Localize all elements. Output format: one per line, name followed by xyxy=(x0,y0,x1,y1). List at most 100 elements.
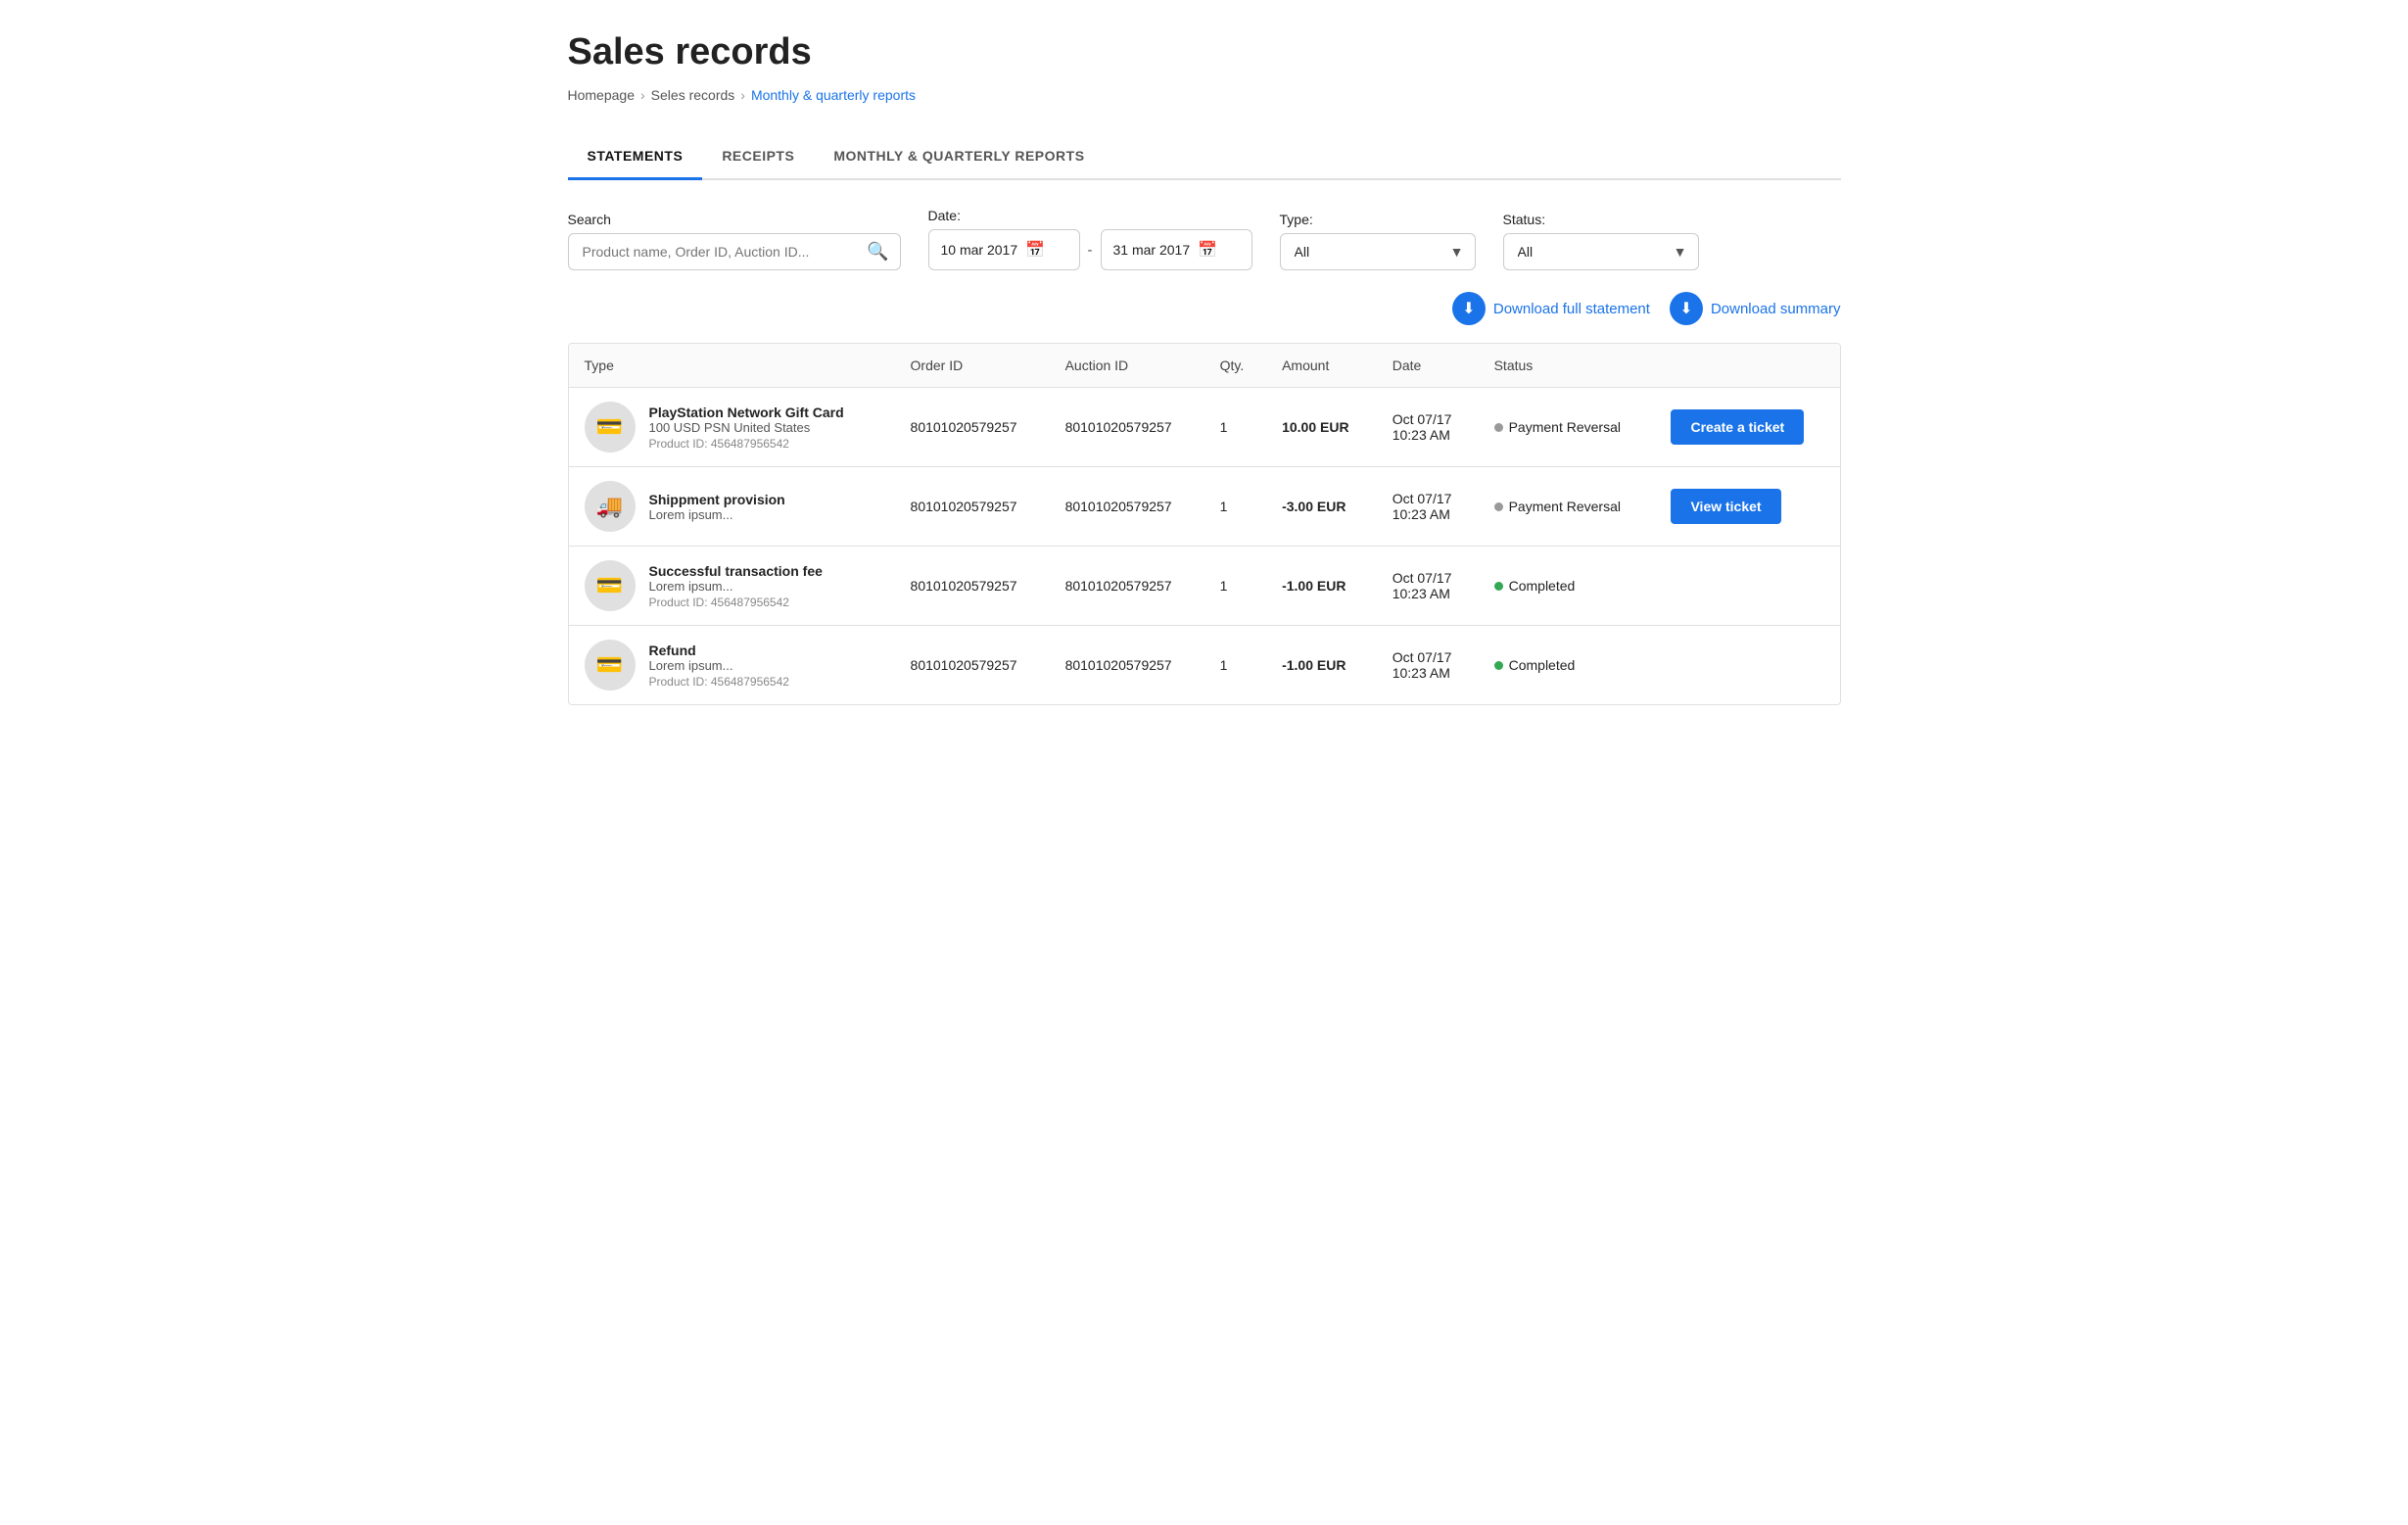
date-from[interactable]: 10 mar 2017 📅 xyxy=(928,229,1080,270)
auction-id-cell-0: 80101020579257 xyxy=(1050,388,1204,467)
records-table: Type Order ID Auction ID Qty. Amount Dat… xyxy=(569,344,1840,704)
type-cell-0: 💳 PlayStation Network Gift Card 100 USD … xyxy=(569,388,895,467)
col-date: Date xyxy=(1377,344,1479,388)
action-cell-2 xyxy=(1655,547,1839,626)
product-name: Shippment provision xyxy=(649,492,785,507)
download-full-statement-button[interactable]: ⬇ Download full statement xyxy=(1452,292,1650,325)
action-cell-3 xyxy=(1655,626,1839,705)
table-row: 🚚 Shippment provision Lorem ipsum... 801… xyxy=(569,467,1840,547)
action-button-0[interactable]: Create a ticket xyxy=(1671,409,1804,445)
search-icon: 🔍 xyxy=(867,242,888,262)
download-full-label: Download full statement xyxy=(1493,301,1650,317)
product-id: Product ID: 456487956542 xyxy=(649,596,823,609)
auction-id-cell-1: 80101020579257 xyxy=(1050,467,1204,547)
product-icon: 💳 xyxy=(585,560,636,611)
col-auction-id: Auction ID xyxy=(1050,344,1204,388)
product-id: Product ID: 456487956542 xyxy=(649,437,844,451)
action-button-1[interactable]: View ticket xyxy=(1671,489,1780,524)
tab-statements[interactable]: STATEMENTS xyxy=(568,134,703,180)
col-qty: Qty. xyxy=(1204,344,1266,388)
date-cell-3: Oct 07/1710:23 AM xyxy=(1377,626,1479,705)
date-to[interactable]: 31 mar 2017 📅 xyxy=(1101,229,1252,270)
date-separator: - xyxy=(1088,242,1093,259)
download-summary-label: Download summary xyxy=(1711,301,1841,317)
type-select[interactable]: All Payment Refund Fee xyxy=(1280,233,1476,270)
product-name: PlayStation Network Gift Card xyxy=(649,405,844,420)
status-dot xyxy=(1494,661,1503,670)
col-order-id: Order ID xyxy=(895,344,1050,388)
qty-cell-0: 1 xyxy=(1204,388,1266,467)
type-select-wrapper: All Payment Refund Fee ▼ xyxy=(1280,233,1476,270)
amount-cell-2: -1.00 EUR xyxy=(1266,547,1377,626)
status-select[interactable]: All Completed Payment Reversal xyxy=(1503,233,1699,270)
status-label: Status: xyxy=(1503,212,1699,227)
product-id: Product ID: 456487956542 xyxy=(649,675,789,689)
product-name: Successful transaction fee xyxy=(649,563,823,579)
breadcrumb: Homepage › Seles records › Monthly & qua… xyxy=(568,87,1841,103)
table-wrapper: Type Order ID Auction ID Qty. Amount Dat… xyxy=(568,343,1841,705)
download-summary-icon: ⬇ xyxy=(1670,292,1703,325)
table-row: 💳 Successful transaction fee Lorem ipsum… xyxy=(569,547,1840,626)
tab-monthly-quarterly[interactable]: MONTHLY & QUARTERLY REPORTS xyxy=(814,134,1104,180)
status-dot xyxy=(1494,582,1503,591)
status-group: Status: All Completed Payment Reversal ▼ xyxy=(1503,212,1699,270)
date-cell-2: Oct 07/1710:23 AM xyxy=(1377,547,1479,626)
amount-cell-3: -1.00 EUR xyxy=(1266,626,1377,705)
date-group: Date: 10 mar 2017 📅 - 31 mar 2017 📅 xyxy=(928,208,1252,270)
order-id-cell-3: 80101020579257 xyxy=(895,626,1050,705)
amount-value: -1.00 EUR xyxy=(1282,578,1346,594)
date-range: 10 mar 2017 📅 - 31 mar 2017 📅 xyxy=(928,229,1252,270)
product-name: Refund xyxy=(649,643,789,658)
qty-cell-1: 1 xyxy=(1204,467,1266,547)
download-summary-button[interactable]: ⬇ Download summary xyxy=(1670,292,1841,325)
status-label: Completed xyxy=(1509,578,1576,594)
breadcrumb-sales-records[interactable]: Seles records xyxy=(651,87,735,103)
date-cell-1: Oct 07/1710:23 AM xyxy=(1377,467,1479,547)
tabs-bar: STATEMENTS RECEIPTS MONTHLY & QUARTERLY … xyxy=(568,134,1841,180)
qty-cell-3: 1 xyxy=(1204,626,1266,705)
status-cell-2: Completed xyxy=(1479,547,1656,626)
status-select-wrapper: All Completed Payment Reversal ▼ xyxy=(1503,233,1699,270)
product-sub: Lorem ipsum... xyxy=(649,658,789,673)
order-id-cell-0: 80101020579257 xyxy=(895,388,1050,467)
date-from-value: 10 mar 2017 xyxy=(941,242,1018,258)
date-to-value: 31 mar 2017 xyxy=(1113,242,1191,258)
table-row: 💳 PlayStation Network Gift Card 100 USD … xyxy=(569,388,1840,467)
amount-value: 10.00 EUR xyxy=(1282,419,1348,435)
calendar-to-icon: 📅 xyxy=(1198,240,1217,260)
date-cell-0: Oct 07/1710:23 AM xyxy=(1377,388,1479,467)
amount-cell-0: 10.00 EUR xyxy=(1266,388,1377,467)
product-sub: Lorem ipsum... xyxy=(649,507,785,522)
status-label: Completed xyxy=(1509,657,1576,673)
status-dot xyxy=(1494,502,1503,511)
col-type: Type xyxy=(569,344,895,388)
page-title: Sales records xyxy=(568,31,1841,73)
type-cell-1: 🚚 Shippment provision Lorem ipsum... xyxy=(569,467,895,547)
status-label: Payment Reversal xyxy=(1509,419,1621,435)
action-cell-1: View ticket xyxy=(1655,467,1839,547)
product-sub: Lorem ipsum... xyxy=(649,579,823,594)
breadcrumb-active: Monthly & quarterly reports xyxy=(751,87,916,103)
breadcrumb-homepage[interactable]: Homepage xyxy=(568,87,636,103)
download-row: ⬇ Download full statement ⬇ Download sum… xyxy=(568,292,1841,325)
auction-id-cell-3: 80101020579257 xyxy=(1050,626,1204,705)
search-label: Search xyxy=(568,212,901,227)
search-group: Search 🔍 xyxy=(568,212,901,270)
col-action xyxy=(1655,344,1839,388)
order-id-cell-2: 80101020579257 xyxy=(895,547,1050,626)
action-cell-0: Create a ticket xyxy=(1655,388,1839,467)
calendar-from-icon: 📅 xyxy=(1025,240,1045,260)
tab-receipts[interactable]: RECEIPTS xyxy=(702,134,814,180)
qty-cell-2: 1 xyxy=(1204,547,1266,626)
amount-value: -3.00 EUR xyxy=(1282,499,1346,514)
status-cell-3: Completed xyxy=(1479,626,1656,705)
status-dot xyxy=(1494,423,1503,432)
search-input[interactable] xyxy=(568,233,901,270)
type-cell-3: 💳 Refund Lorem ipsum... Product ID: 4564… xyxy=(569,626,895,705)
status-label: Payment Reversal xyxy=(1509,499,1621,514)
type-group: Type: All Payment Refund Fee ▼ xyxy=(1280,212,1476,270)
date-label: Date: xyxy=(928,208,1252,223)
amount-cell-1: -3.00 EUR xyxy=(1266,467,1377,547)
table-row: 💳 Refund Lorem ipsum... Product ID: 4564… xyxy=(569,626,1840,705)
col-status: Status xyxy=(1479,344,1656,388)
